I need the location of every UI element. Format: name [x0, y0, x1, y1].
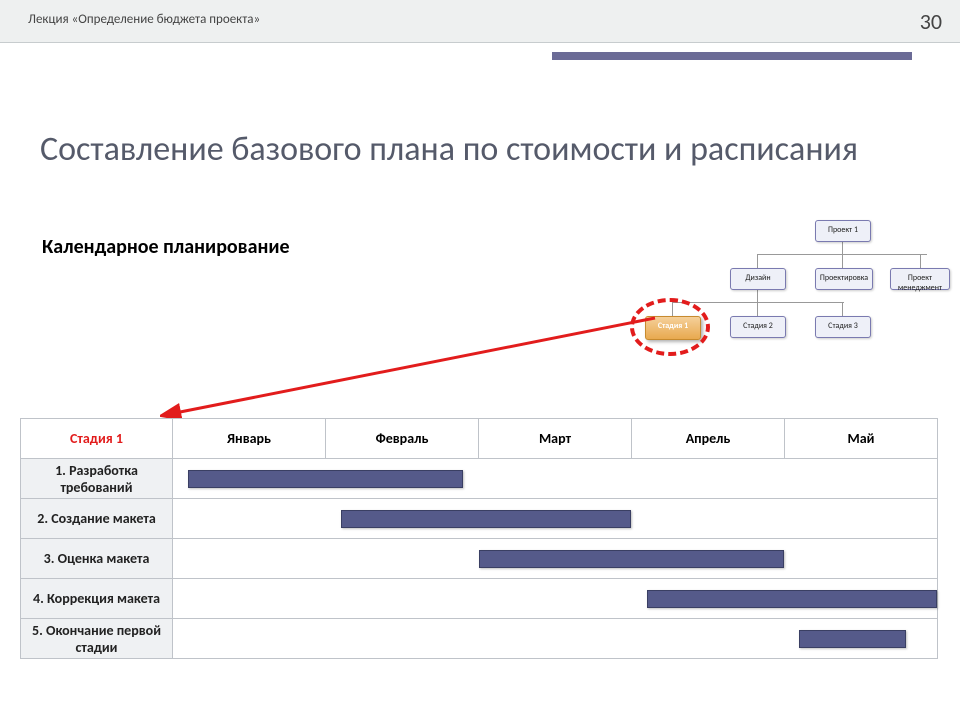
- highlight-circle: [630, 298, 710, 356]
- org-node: Проект менеджмент: [890, 268, 950, 290]
- gantt-row: 1. Разработка требований: [21, 459, 938, 499]
- gantt-row: 2. Создание макета: [21, 499, 938, 539]
- breadcrumb: Лекция «Определение бюджета проекта»: [28, 12, 260, 27]
- page-title: Составление базового плана по стоимости …: [40, 130, 860, 169]
- gantt-month-header: Май: [785, 419, 938, 459]
- org-chart: Проект 1 Дизайн Проектировка Проект мене…: [610, 220, 940, 380]
- gantt-bar: [341, 510, 631, 528]
- gantt-row: 3. Оценка макета: [21, 539, 938, 579]
- gantt-row-label: 3. Оценка макета: [21, 539, 173, 579]
- gantt-row: 5. Окончание первой стадии: [21, 619, 938, 659]
- divider: [0, 42, 960, 43]
- gantt-month-header: Февраль: [326, 419, 479, 459]
- org-node-root: Проект 1: [815, 220, 871, 242]
- arrow-icon: [160, 308, 670, 428]
- page-number: 30: [920, 8, 942, 35]
- gantt-row: 4. Коррекция макета: [21, 579, 938, 619]
- gantt-month-header: Апрель: [632, 419, 785, 459]
- gantt-row-label: 1. Разработка требований: [21, 459, 173, 499]
- org-node: Стадия 3: [815, 316, 871, 338]
- gantt-bar: [479, 550, 785, 568]
- org-node: Дизайн: [730, 268, 786, 290]
- gantt-bar: [799, 630, 906, 648]
- gantt-row-label: 5. Окончание первой стадии: [21, 619, 173, 659]
- accent-bar: [552, 52, 912, 60]
- gantt-row-label: 4. Коррекция макета: [21, 579, 173, 619]
- org-node: Стадия 2: [730, 316, 786, 338]
- gantt-table: Стадия 1 Январь Февраль Март Апрель Май …: [20, 418, 938, 659]
- gantt-cell: [173, 579, 938, 619]
- gantt-bar: [188, 470, 463, 488]
- subtitle: Календарное планирование: [42, 235, 290, 259]
- gantt-cell: [173, 539, 938, 579]
- gantt-month-header: Март: [479, 419, 632, 459]
- gantt-cell: [173, 459, 938, 499]
- gantt-stage-header: Стадия 1: [21, 419, 173, 459]
- gantt-row-label: 2. Создание макета: [21, 499, 173, 539]
- gantt-cell: [173, 619, 938, 659]
- gantt-cell: [173, 499, 938, 539]
- org-node: Проектировка: [815, 268, 873, 290]
- gantt-bar: [647, 590, 937, 608]
- gantt-month-header: Январь: [173, 419, 326, 459]
